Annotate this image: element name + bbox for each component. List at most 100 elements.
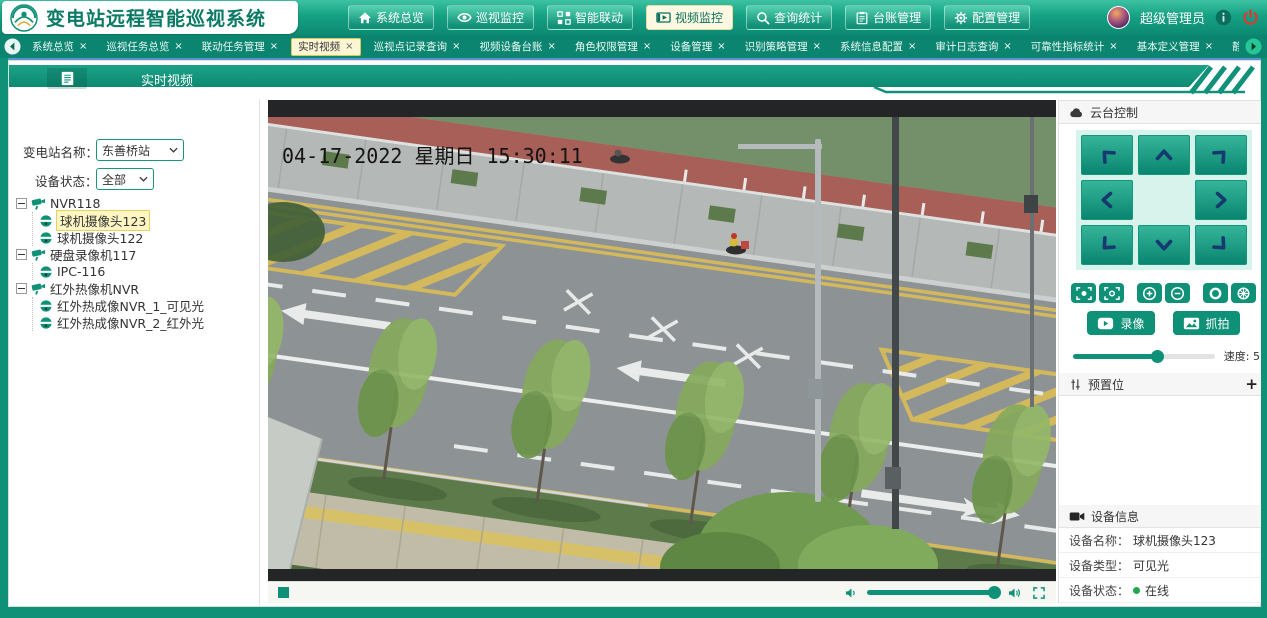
- nav-video-monitor[interactable]: 视频监控: [646, 5, 733, 30]
- tab-patrol-task-overview[interactable]: 巡视任务总览 ×: [100, 38, 188, 56]
- tab-close-icon[interactable]: ×: [717, 41, 725, 52]
- tab-reliability-stats[interactable]: 可靠性指标统计×: [1025, 38, 1124, 56]
- speed-thumb[interactable]: [1151, 350, 1164, 363]
- tab-close-icon[interactable]: ×: [174, 41, 182, 52]
- ptz-down-right-button[interactable]: [1195, 225, 1247, 265]
- collapse-icon[interactable]: [16, 283, 27, 294]
- arrow-icon: [1095, 188, 1119, 212]
- tab-label: 静默监视告警查询: [1232, 39, 1239, 54]
- tree-node-camera[interactable]: 红外热成像NVR_2_红外光: [39, 314, 257, 331]
- tab-role-permission-management[interactable]: 角色权限管理×: [569, 38, 657, 56]
- main-nav: 系统总览巡视监控智能联动视频监控查询统计 台账管理 配置管理: [348, 0, 1030, 35]
- focus-near-button[interactable]: [1071, 283, 1096, 303]
- zoom-in-button[interactable]: [1137, 283, 1162, 303]
- avatar[interactable]: [1107, 6, 1130, 29]
- tab-label: 设备管理: [670, 39, 712, 54]
- volume-slider[interactable]: [867, 590, 999, 595]
- ptz-up-button[interactable]: [1138, 135, 1190, 175]
- tree-node-nvr[interactable]: 红外热像机NVR: [16, 280, 257, 297]
- tab-close-icon[interactable]: ×: [270, 41, 278, 52]
- collapse-icon[interactable]: [16, 198, 27, 209]
- tab-close-icon[interactable]: ×: [908, 41, 916, 52]
- power-icon[interactable]: [1242, 9, 1259, 26]
- tab-close-icon[interactable]: ×: [345, 41, 353, 52]
- tree-node-camera[interactable]: IPC-116: [39, 263, 257, 280]
- volume-thumb[interactable]: [988, 586, 1001, 599]
- nav-smart-linkage[interactable]: 智能联动: [547, 5, 633, 30]
- nav-ledger-management[interactable]: 台账管理: [845, 5, 931, 30]
- tab-live-video[interactable]: 实时视频×: [291, 38, 360, 56]
- ptz-up-left-button[interactable]: [1081, 135, 1133, 175]
- tab-close-icon[interactable]: ×: [1109, 41, 1117, 52]
- tab-close-icon[interactable]: ×: [1205, 41, 1213, 52]
- iris-close-button[interactable]: [1231, 283, 1256, 303]
- tab-system-overview[interactable]: 系统总览×: [26, 38, 93, 56]
- ptz-left-button[interactable]: [1081, 180, 1133, 220]
- status-select[interactable]: 全部: [96, 168, 154, 190]
- preset-title: 预置位: [1088, 376, 1124, 393]
- video-player[interactable]: 04-17-2022 星期日 15:30:11: [268, 100, 1056, 603]
- nav-query-statistics[interactable]: 查询统计: [746, 5, 832, 30]
- snapshot-button[interactable]: 抓拍: [1173, 311, 1240, 335]
- tab-label: 识别策略管理: [745, 39, 808, 54]
- tab-basic-definition[interactable]: 基本定义管理×: [1131, 38, 1219, 56]
- chevron-down-icon: [139, 176, 148, 182]
- ptz-section-header: 云台控制: [1059, 101, 1267, 124]
- tab-scroll-left-icon[interactable]: [4, 38, 21, 55]
- speaker-high-icon[interactable]: [1008, 587, 1023, 599]
- nav-system-overview[interactable]: 系统总览: [348, 5, 434, 30]
- tab-device-management[interactable]: 设备管理 ×: [664, 38, 731, 56]
- station-select[interactable]: 东善桥站: [96, 139, 184, 161]
- tree-node-nvr[interactable]: NVR118: [16, 195, 257, 212]
- nav-patrol-monitor[interactable]: 巡视监控: [447, 5, 534, 30]
- ptz-down-left-button[interactable]: [1081, 225, 1133, 265]
- record-button[interactable]: 录像: [1087, 311, 1154, 335]
- ptz-right-button[interactable]: [1195, 180, 1247, 220]
- tab-close-icon[interactable]: ×: [1003, 41, 1011, 52]
- zoom-out-button[interactable]: [1165, 283, 1190, 303]
- speed-slider[interactable]: [1073, 354, 1215, 359]
- nvr-camera-icon: [31, 196, 46, 211]
- device-info-label: 设备类型：: [1069, 557, 1133, 574]
- tab-close-icon[interactable]: ×: [643, 41, 651, 52]
- stop-button[interactable]: [278, 587, 289, 598]
- online-dot: [1133, 587, 1140, 594]
- tab-video-device-ledger[interactable]: 视频设备台账×: [473, 38, 561, 56]
- focus-far-button[interactable]: [1099, 283, 1124, 303]
- tab-close-icon[interactable]: ×: [79, 41, 87, 52]
- gear-icon: [954, 11, 968, 25]
- info-icon[interactable]: [1215, 9, 1232, 26]
- tab-linkage-task-management[interactable]: 联动任务管理×: [196, 38, 284, 56]
- record-icon: [1097, 317, 1114, 330]
- tab-label: 巡视任务总览: [106, 39, 169, 54]
- tab-recognition-strategy[interactable]: 识别策略管理 ×: [739, 38, 827, 56]
- nav-config-management[interactable]: 配置管理: [944, 5, 1030, 30]
- tab-patrol-point-records[interactable]: 巡视点记录查询×: [368, 38, 467, 56]
- tab-close-icon[interactable]: ×: [813, 41, 821, 52]
- tree-node-camera[interactable]: 球机摄像头122: [39, 229, 257, 246]
- ptz-panel: 云台控制 录像: [1058, 100, 1267, 603]
- tree-node-camera[interactable]: 球机摄像头123: [39, 212, 257, 229]
- logo-card: 变电站远程智能巡视系统: [2, 1, 298, 34]
- search-icon: [756, 11, 770, 25]
- tree-node-camera[interactable]: 红外热成像NVR_1_可见光: [39, 297, 257, 314]
- collapse-icon[interactable]: [16, 249, 27, 260]
- iris-open-button[interactable]: [1203, 283, 1228, 303]
- fullscreen-icon[interactable]: [1032, 586, 1046, 600]
- tab-scroll-right-icon[interactable]: [1245, 38, 1262, 55]
- arrow-icon: [1152, 143, 1176, 167]
- speaker-low-icon[interactable]: [845, 587, 858, 599]
- tree-node-nvr[interactable]: 硬盘录像机117: [16, 246, 257, 263]
- ptz-down-button[interactable]: [1138, 225, 1190, 265]
- arrow-icon: [1090, 228, 1124, 262]
- tab-audit-log-query[interactable]: 审计日志查询×: [929, 38, 1017, 56]
- tab-system-info-config[interactable]: 系统信息配置×: [834, 38, 922, 56]
- tab-close-icon[interactable]: ×: [452, 41, 460, 52]
- ptz-up-right-button[interactable]: [1195, 135, 1247, 175]
- tab-silent-monitor-alarm[interactable]: 静默监视告警查询×: [1226, 38, 1239, 56]
- tab-close-icon[interactable]: ×: [547, 41, 555, 52]
- page-title: 实时视频: [141, 70, 193, 89]
- add-preset-button[interactable]: +: [1245, 375, 1258, 393]
- nav-label: 台账管理: [873, 9, 921, 26]
- tree-node-label: IPC-116: [57, 264, 105, 279]
